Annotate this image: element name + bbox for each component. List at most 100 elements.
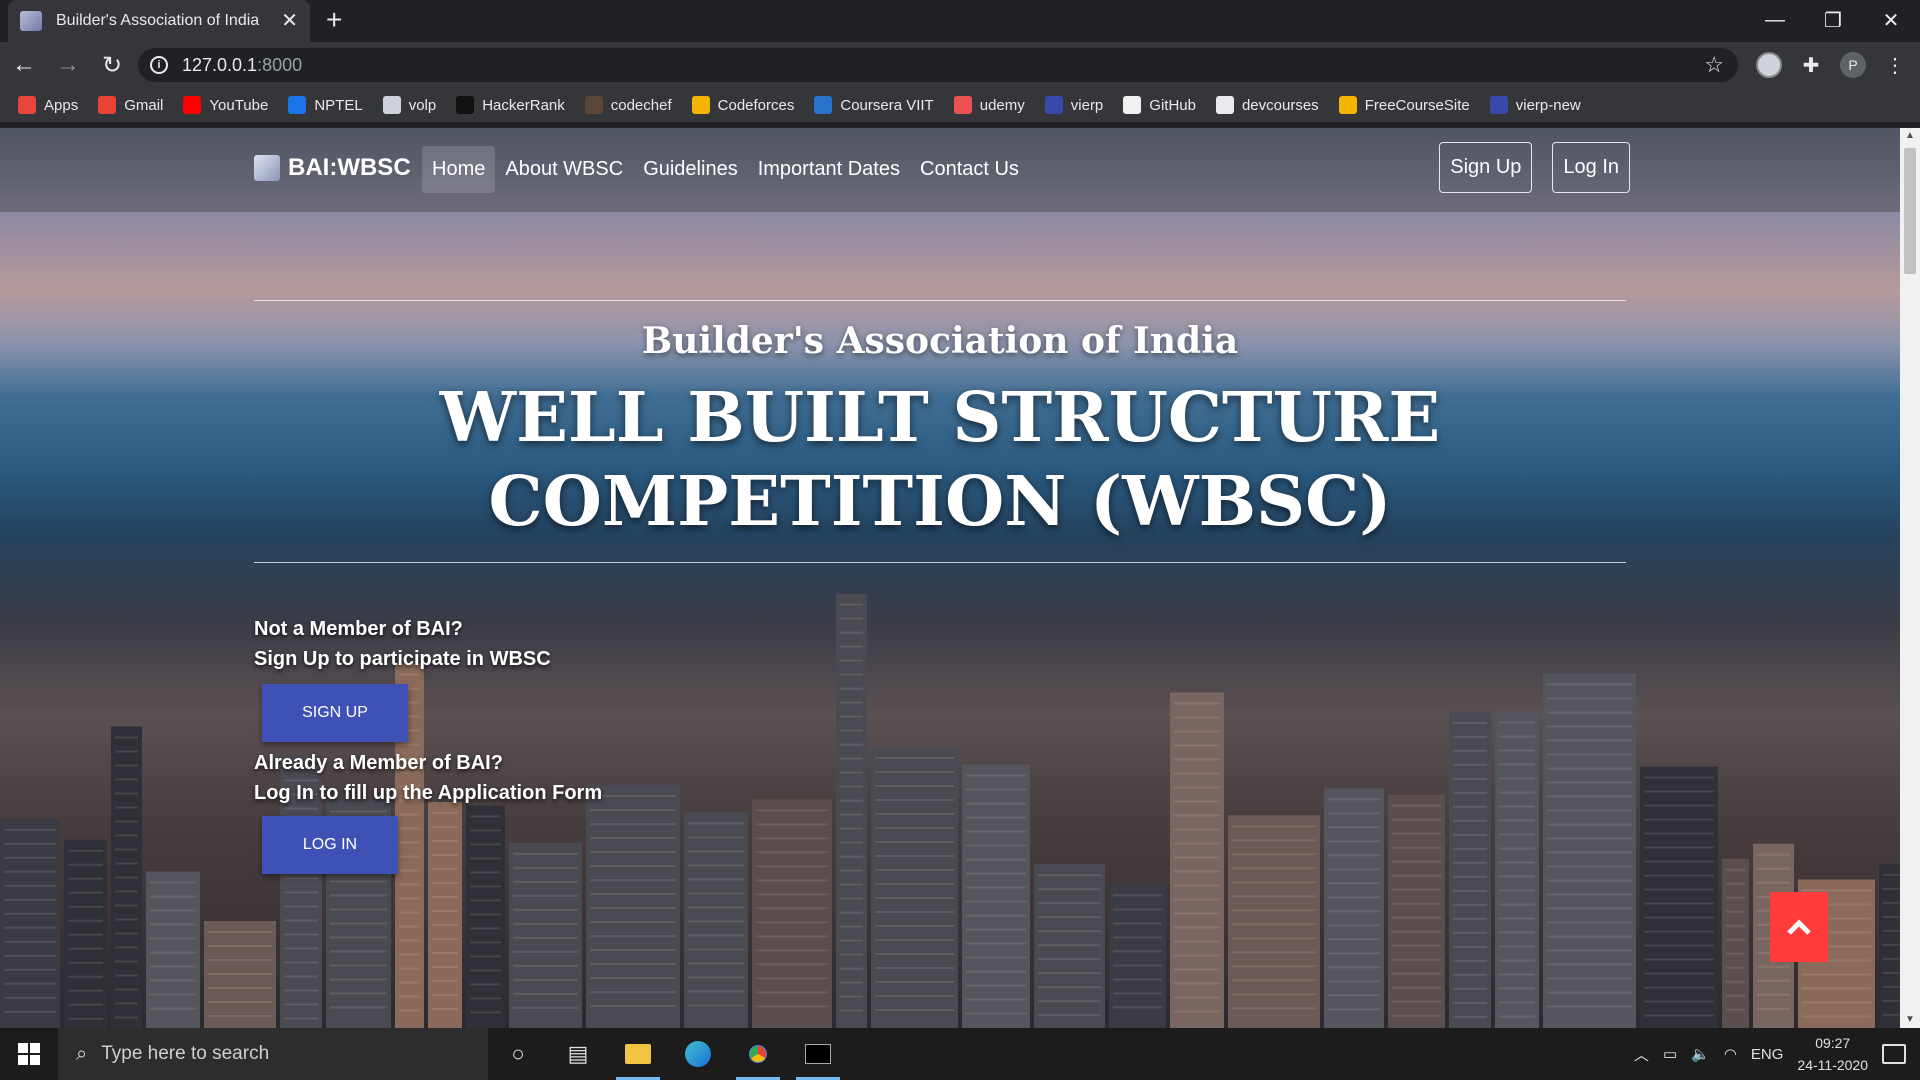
restore-icon[interactable]: ❐: [1804, 0, 1862, 40]
skyline-window-row: [1883, 915, 1900, 918]
skyline-window-row: [432, 993, 458, 996]
bookmark-coursera-viit[interactable]: Coursera VIIT: [814, 96, 934, 114]
bookmark-apps[interactable]: Apps: [18, 96, 78, 114]
brand-link[interactable]: BAI:WBSC: [254, 154, 411, 182]
notifications-icon[interactable]: [1882, 1044, 1906, 1064]
bookmark-volp[interactable]: volp: [382, 96, 436, 114]
taskbar-search-box[interactable]: ⌕ Type here to search: [58, 1028, 488, 1080]
language-indicator[interactable]: ENG: [1751, 1046, 1784, 1063]
skyline-window-row: [1038, 958, 1101, 961]
scroll-to-top-button[interactable]: [1770, 892, 1828, 962]
navbar-signup-button[interactable]: Sign Up: [1439, 142, 1533, 193]
skyline-window-row: [1174, 730, 1220, 733]
back-icon[interactable]: ←: [4, 45, 44, 85]
skyline-window-row: [284, 905, 318, 908]
task-view-icon[interactable]: ▤: [548, 1028, 608, 1080]
skyline-window-row: [966, 816, 1026, 819]
skyline-window-row: [399, 995, 420, 998]
login-button[interactable]: LOG IN: [262, 816, 398, 874]
skyline-window-row: [470, 829, 501, 832]
edge-icon[interactable]: [668, 1028, 728, 1080]
bookmark-nptel[interactable]: NPTEL: [288, 96, 363, 114]
volume-icon[interactable]: 🔈: [1691, 1045, 1710, 1063]
scroll-up-icon[interactable]: ▲: [1900, 128, 1920, 144]
terminal-icon[interactable]: [788, 1028, 848, 1080]
site-info-icon[interactable]: i: [150, 56, 168, 74]
nav-important-dates[interactable]: Important Dates: [748, 146, 910, 193]
skyline-window-row: [966, 872, 1026, 875]
skyline-window-row: [875, 854, 954, 857]
chrome-icon[interactable]: [728, 1028, 788, 1080]
extensions-puzzle-icon[interactable]: ✚: [1794, 48, 1828, 82]
skyline-window-row: [513, 992, 578, 995]
cortana-icon[interactable]: ○: [488, 1028, 548, 1080]
skyline-window-row: [1547, 893, 1632, 896]
skyline-window-row: [590, 949, 676, 952]
skyline-window-row: [1038, 902, 1101, 905]
bookmark-codechef[interactable]: codechef: [584, 96, 672, 114]
skyline-window-row: [399, 925, 420, 928]
nav-about-wbsc[interactable]: About WBSC: [495, 146, 633, 193]
bookmark-hackerrank[interactable]: HackerRank: [456, 96, 565, 114]
navbar-login-button[interactable]: Log In: [1552, 142, 1630, 193]
vierp-new-icon: [1489, 96, 1508, 114]
bookmark-star-icon[interactable]: ☆: [1704, 52, 1724, 78]
bookmark-label: YouTube: [209, 96, 269, 114]
bookmark-freecoursesite[interactable]: FreeCourseSite: [1338, 96, 1470, 114]
skyline-window-row: [208, 958, 272, 961]
scroll-thumb[interactable]: [1904, 148, 1916, 274]
skyline-window-row: [1232, 825, 1316, 828]
nav-contact-us[interactable]: Contact Us: [910, 146, 1029, 193]
extension-icon[interactable]: [1752, 48, 1786, 82]
skyline-window-row: [590, 795, 676, 798]
signup-button[interactable]: SIGN UP: [262, 684, 408, 742]
browser-tab[interactable]: Builder's Association of India ✕: [8, 0, 310, 42]
skyline-window-row: [115, 806, 138, 809]
bookmark-vierp-new[interactable]: vierp-new: [1489, 96, 1581, 114]
skyline-window-row: [1757, 993, 1790, 996]
bookmark-devcourses[interactable]: devcourses: [1215, 96, 1319, 114]
address-bar[interactable]: i 127.0.0.1 :8000 ☆: [138, 48, 1738, 82]
tray-chevron-up-icon[interactable]: ︿: [1634, 1044, 1649, 1065]
skyline-window-row: [1392, 986, 1441, 989]
skyline-window-row: [840, 757, 863, 760]
bookmark-codeforces[interactable]: Codeforces: [691, 96, 794, 114]
bookmark-vierp[interactable]: vierp: [1044, 96, 1103, 114]
bookmark-udemy[interactable]: udemy: [953, 96, 1025, 114]
skyline-window-row: [284, 975, 318, 978]
file-explorer-icon[interactable]: [608, 1028, 668, 1080]
clock[interactable]: 09:27 24-11-2020: [1797, 1032, 1868, 1076]
nav-guidelines[interactable]: Guidelines: [633, 146, 748, 193]
forward-icon[interactable]: →: [48, 45, 88, 85]
skyline-window-row: [115, 946, 138, 949]
skyline-window-row: [590, 907, 676, 910]
wifi-icon[interactable]: ◠: [1724, 1045, 1737, 1063]
battery-icon[interactable]: ▭: [1663, 1045, 1677, 1063]
scroll-down-icon[interactable]: ▼: [1900, 1012, 1920, 1028]
skyline-window-row: [875, 826, 954, 829]
skyline-window-row: [1547, 781, 1632, 784]
bookmark-gmail[interactable]: Gmail: [98, 96, 163, 114]
bookmark-github[interactable]: GitHub: [1123, 96, 1196, 114]
skyline-window-row: [1644, 930, 1714, 933]
nav-home[interactable]: Home: [422, 146, 496, 193]
skyline-window-row: [1453, 819, 1487, 822]
reload-icon[interactable]: ↻: [92, 45, 132, 85]
skyline-window-row: [284, 1003, 318, 1006]
new-tab-icon[interactable]: +: [326, 6, 342, 34]
bookmark-youtube[interactable]: YouTube: [183, 96, 268, 114]
skyline-window-row: [1038, 944, 1101, 947]
page-scrollbar[interactable]: ▲ ▼: [1900, 128, 1920, 1028]
close-window-icon[interactable]: ✕: [1862, 0, 1920, 40]
skyline-window-row: [1038, 986, 1101, 989]
close-tab-icon[interactable]: ✕: [281, 11, 298, 31]
menu-kebab-icon[interactable]: ⋮: [1878, 48, 1912, 82]
skyline-window-row: [1038, 1014, 1101, 1017]
skyline-window-row: [1757, 965, 1790, 968]
skyline-window-row: [432, 853, 458, 856]
minimize-icon[interactable]: —: [1746, 0, 1804, 40]
skyline-window-row: [840, 771, 863, 774]
skyline-window-row: [756, 977, 828, 980]
windows-start-icon[interactable]: [0, 1028, 58, 1080]
profile-avatar-icon[interactable]: P: [1836, 48, 1870, 82]
